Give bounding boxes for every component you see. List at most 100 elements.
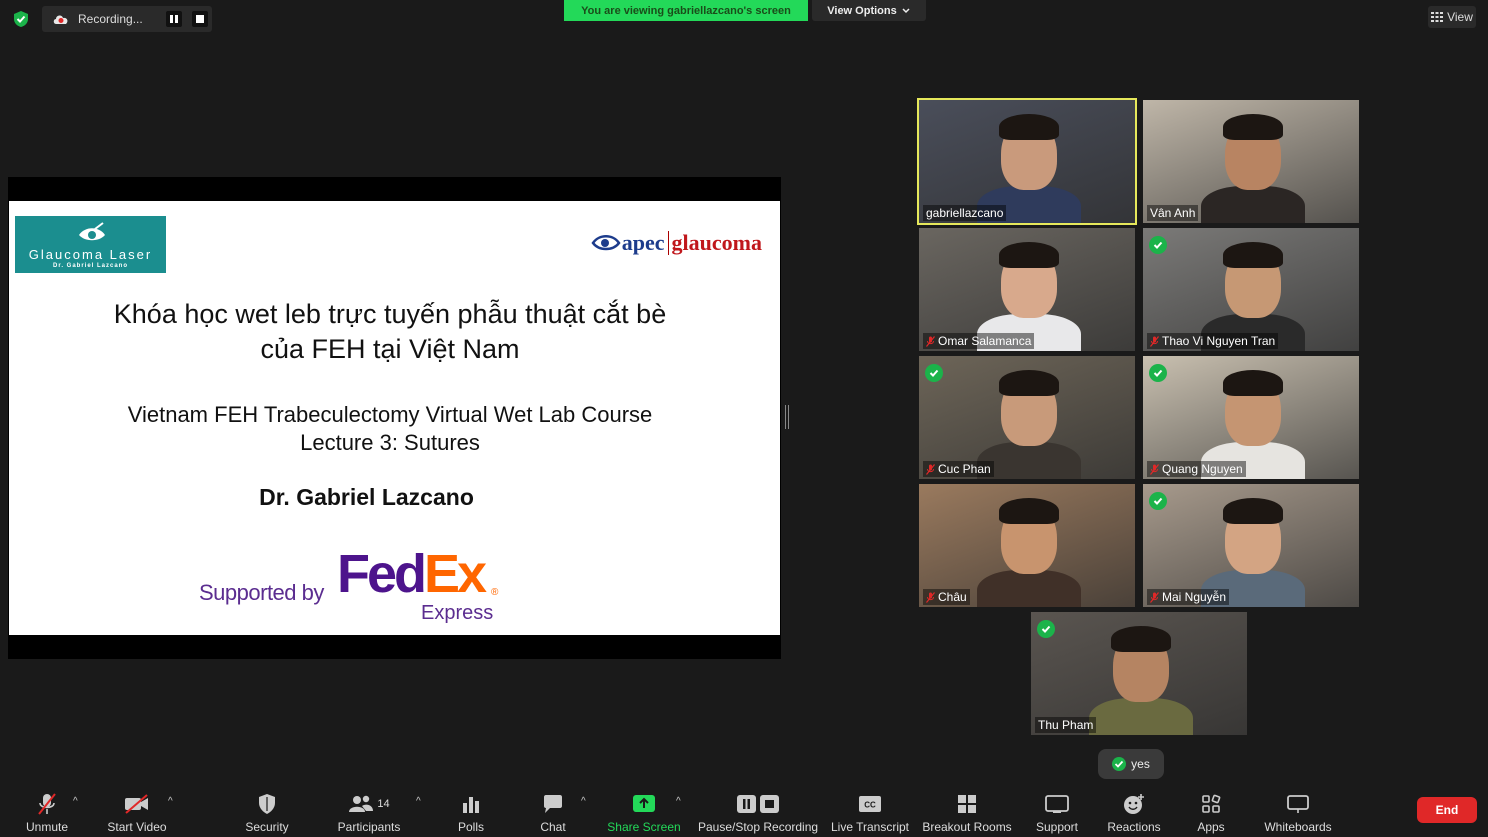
glaucoma-laser-logo: Glaucoma Laser Dr. Gabriel Lazcano bbox=[15, 216, 166, 273]
check-icon bbox=[1037, 620, 1055, 638]
pause-recording-button[interactable] bbox=[166, 11, 182, 27]
muted-microphone-icon bbox=[1150, 335, 1159, 347]
breakout-rooms-icon bbox=[958, 795, 976, 813]
recording-indicator: Recording... bbox=[42, 6, 212, 32]
support-button[interactable]: Support bbox=[1032, 790, 1082, 834]
fedex-express-text: Express bbox=[421, 602, 494, 624]
support-icon bbox=[1045, 795, 1069, 813]
participant-video-tile[interactable]: Cuc Phan bbox=[919, 356, 1135, 479]
participant-video-tile[interactable]: Thao Vi Nguyen Tran bbox=[1143, 228, 1359, 351]
muted-microphone-icon bbox=[38, 793, 56, 815]
participant-body bbox=[1089, 698, 1193, 735]
chat-button[interactable]: Chat bbox=[536, 790, 570, 834]
participants-caret-icon[interactable]: ^ bbox=[416, 796, 421, 807]
whiteboards-button[interactable]: Whiteboards bbox=[1260, 790, 1336, 834]
participant-name: Omar Salamanca bbox=[938, 334, 1032, 348]
participant-video-tile[interactable]: Quang Nguyen bbox=[1143, 356, 1359, 479]
end-meeting-button[interactable]: End bbox=[1417, 797, 1477, 823]
participant-name-label: Omar Salamanca bbox=[923, 333, 1035, 349]
participant-video-tile[interactable]: Thu Pham bbox=[1031, 612, 1247, 735]
check-icon bbox=[1149, 492, 1167, 510]
live-transcript-button[interactable]: CC Live Transcript bbox=[830, 790, 910, 834]
share-screen-label: Share Screen bbox=[607, 820, 681, 834]
share-screen-caret-icon[interactable]: ^ bbox=[676, 796, 681, 807]
check-icon bbox=[1112, 757, 1127, 771]
participant-name-label: gabriellazcano bbox=[923, 205, 1007, 221]
logo-text: Glaucoma Laser bbox=[28, 247, 153, 262]
muted-microphone-icon bbox=[926, 335, 935, 347]
fedex-logo-part2: Ex bbox=[424, 544, 487, 604]
participant-hair bbox=[999, 370, 1059, 396]
view-options-label: View Options bbox=[827, 4, 897, 17]
participants-label: Participants bbox=[337, 820, 401, 834]
live-transcript-label: Live Transcript bbox=[830, 820, 910, 834]
view-options-button[interactable]: View Options bbox=[812, 0, 926, 21]
participant-hair bbox=[1223, 114, 1283, 140]
apps-button[interactable]: Apps bbox=[1194, 790, 1228, 834]
presentation-slide: Glaucoma Laser Dr. Gabriel Lazcano apec … bbox=[9, 201, 780, 635]
share-screen-button[interactable]: Share Screen bbox=[606, 790, 682, 834]
participant-video-tile[interactable]: Vân Anh bbox=[1143, 100, 1359, 223]
stop-recording-button[interactable] bbox=[192, 11, 208, 27]
participant-hair bbox=[999, 498, 1059, 524]
video-off-icon bbox=[125, 794, 148, 814]
participant-hair bbox=[999, 242, 1059, 268]
logo-subtext: Dr. Gabriel Lazcano bbox=[52, 263, 129, 269]
participant-name: Thao Vi Nguyen Tran bbox=[1162, 334, 1276, 348]
participant-video-tile[interactable]: Omar Salamanca bbox=[919, 228, 1135, 351]
participant-hair bbox=[1111, 626, 1171, 652]
unmute-label: Unmute bbox=[25, 820, 69, 834]
audio-options-caret-icon[interactable]: ^ bbox=[73, 796, 78, 807]
breakout-rooms-button[interactable]: Breakout Rooms bbox=[922, 790, 1012, 834]
chat-caret-icon[interactable]: ^ bbox=[581, 796, 586, 807]
pause-stop-recording-label: Pause/Stop Recording bbox=[697, 820, 819, 834]
security-button[interactable]: Security bbox=[243, 790, 291, 834]
participant-name-label: Châu bbox=[923, 589, 970, 605]
participant-name-label: Thao Vi Nguyen Tran bbox=[1147, 333, 1279, 349]
unmute-button[interactable]: Unmute bbox=[20, 790, 74, 834]
slide-subtitle-line2: Lecture 3: Sutures bbox=[300, 430, 480, 455]
start-video-button[interactable]: Start Video bbox=[104, 790, 170, 834]
whiteboards-label: Whiteboards bbox=[1264, 820, 1332, 834]
participant-video-tile[interactable]: Mai Nguyễn bbox=[1143, 484, 1359, 607]
participant-name-label: Cuc Phan bbox=[923, 461, 994, 477]
polls-button[interactable]: Polls bbox=[454, 790, 488, 834]
cloud-recording-icon bbox=[53, 15, 68, 24]
shared-screen[interactable]: Glaucoma Laser Dr. Gabriel Lazcano apec … bbox=[8, 177, 781, 659]
security-label: Security bbox=[245, 820, 289, 834]
reactions-button[interactable]: Reactions bbox=[1106, 790, 1162, 834]
reaction-yes: yes bbox=[1098, 749, 1164, 779]
grid-view-icon bbox=[1431, 12, 1444, 22]
muted-microphone-icon bbox=[1150, 591, 1159, 603]
participant-body bbox=[977, 570, 1081, 607]
apps-icon bbox=[1202, 794, 1221, 813]
view-button[interactable]: View bbox=[1428, 6, 1476, 28]
logo-apec-text: apec bbox=[621, 230, 665, 255]
participants-count: 14 bbox=[377, 798, 390, 810]
svg-text:CC: CC bbox=[864, 801, 876, 810]
participant-hair bbox=[1223, 370, 1283, 396]
chat-label: Chat bbox=[540, 820, 566, 834]
split-divider-handle[interactable] bbox=[785, 405, 789, 429]
reactions-smiley-icon bbox=[1124, 794, 1144, 814]
eye-logo-icon bbox=[591, 235, 621, 251]
slide-title-line2: của FEH tại Việt Nam bbox=[260, 334, 520, 364]
pause-stop-recording-button[interactable]: Pause/Stop Recording bbox=[698, 790, 818, 834]
participant-video-tile[interactable]: Châu bbox=[919, 484, 1135, 607]
participant-video-tile[interactable]: gabriellazcano bbox=[917, 98, 1137, 225]
participant-name: Vân Anh bbox=[1150, 206, 1196, 220]
security-shield-icon[interactable] bbox=[12, 10, 30, 28]
reactions-label: Reactions bbox=[1107, 820, 1161, 834]
registered-mark: ® bbox=[491, 587, 499, 598]
slide-subtitle-line1: Vietnam FEH Trabeculectomy Virtual Wet L… bbox=[127, 402, 653, 427]
slide-author: Dr. Gabriel Lazcano bbox=[259, 484, 474, 510]
support-label: Support bbox=[1035, 820, 1079, 834]
video-options-caret-icon[interactable]: ^ bbox=[168, 796, 173, 807]
share-screen-icon bbox=[633, 795, 655, 812]
participants-button[interactable]: 14 Participants bbox=[336, 790, 402, 834]
check-icon bbox=[1149, 364, 1167, 382]
polls-icon bbox=[463, 797, 479, 813]
chevron-down-icon bbox=[902, 7, 910, 13]
viewing-screen-banner: You are viewing gabriellazcano's screen bbox=[564, 0, 808, 21]
participant-name: Châu bbox=[938, 590, 967, 604]
